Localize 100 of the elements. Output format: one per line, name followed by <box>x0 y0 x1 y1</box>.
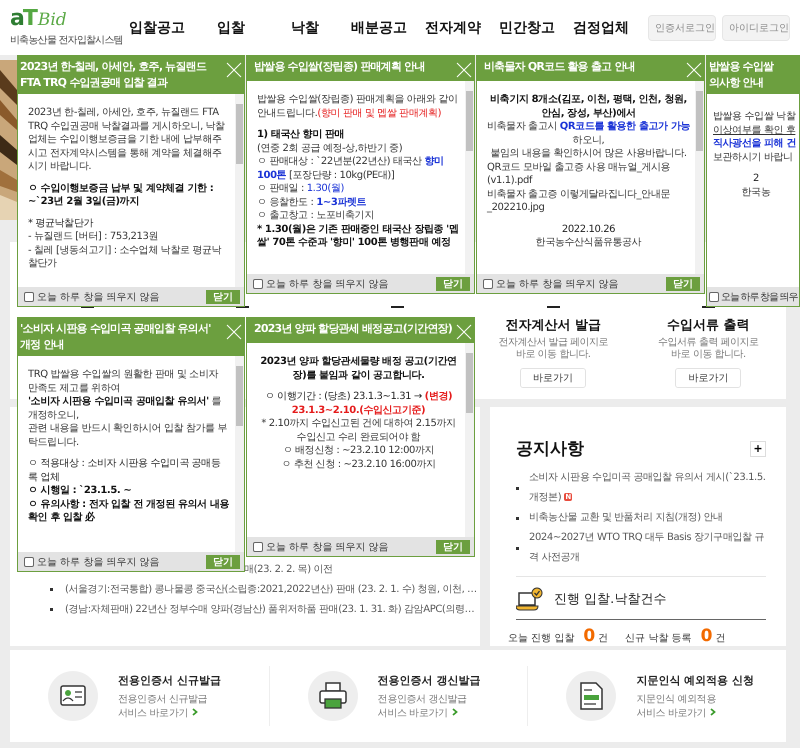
count-value: 0 <box>700 626 712 646</box>
nav-link[interactable]: 배분공고 <box>342 18 416 36</box>
notice-text: ㅇ 추천 신청 : ~23.2.10 16:00까지 <box>280 458 437 471</box>
scrollbar[interactable] <box>465 343 474 537</box>
popup-title: 2023년 한-칠레, 아세안, 호주, 뉴질랜드 FTA TRQ 수입권공매 입찰 결과 <box>19 59 206 91</box>
notice-text: * 1.30(월)은 기존 판매중인 태국산 장립종 '멥쌀' 70톤 수준과 '향미' 100톤 병행판매 예정 <box>257 222 460 250</box>
popup-title: 밥쌀용 수입쌀 의사항 안내 <box>708 59 774 91</box>
notice-text: 밥쌀용 수입쌀(장립종) 판매계획을 아래와 같이 안내드립니다.(향미 판매 및 멥쌀 판매계획) <box>257 93 459 120</box>
close-icon[interactable] <box>226 324 242 340</box>
printer-icon <box>308 671 358 721</box>
notice-text: ㅇ 이행기간 : (당초) 23.1.3~1.31 → (변경) 23.1.3~2.10.(수입신고기준) <box>264 390 454 417</box>
dont-show-checkbox[interactable]: 오늘 하루 창을 띄우지 않음 <box>253 276 389 290</box>
notice-text: * 평균낙찰단가 <box>28 216 94 230</box>
notice-text: 관련 내용을 반드시 확인하시어 입찰 참가를 부탁드립니다. <box>28 422 228 449</box>
close-icon[interactable] <box>686 62 702 78</box>
popup-title: '소비자 시판용 수입미곡 공매입찰 유의서' 개정 안내 <box>19 321 211 353</box>
notice-text: 비축물자 출고시 QR코드를 활용한 출고가 가능 하오니, <box>487 120 690 147</box>
notice-text: (연중 2회 공급 예정-상,하반기 중) <box>257 142 404 155</box>
scrollbar[interactable] <box>235 94 244 287</box>
notice-text: QR코드 모바일 출고증 사용 매뉴얼_게시용(v1.1).pdf <box>487 160 672 188</box>
quick-link-title: 전용인증서 갱신발급 <box>378 672 480 688</box>
close-icon[interactable] <box>456 324 472 340</box>
notice-title: 공지사항 <box>516 438 584 460</box>
notice-text: 1) 태국산 향미 판매 <box>257 128 346 142</box>
scrollbar[interactable] <box>465 81 474 274</box>
laptop-check-icon <box>516 587 544 611</box>
notice-text: ㅇ 유의사항 : 전자 입찰 전 개정된 유의서 내용 확인 후 입찰 必 <box>28 498 230 524</box>
service-description: 전자계산서 발급 페이지로 바로 이동 합니다. <box>498 337 608 361</box>
quick-link-description: 전용인증서 신규발급 <box>118 692 208 706</box>
notice-text: TRQ 밥쌀용 수입쌀의 원활한 판매 및 소비자 만족도 제고를 위하여 <box>28 368 220 395</box>
notice-text: ㅇ 출고창고 : 노포비축기지 <box>257 209 375 222</box>
nav-link[interactable]: 낙찰 <box>268 18 342 36</box>
notice-text: ㅇ 수입이행보증금 납부 및 계약체결 기한 : ~`23년 2월 3일(금)까지 <box>28 182 214 208</box>
notice-text: * 2.10까지 수입신고된 건에 대하여 2.15까지 수입신고 수리 완료되어야 함 <box>260 417 457 444</box>
nav-link[interactable]: 입찰공고 <box>120 18 194 36</box>
bid-count-title: 진행 입찰.낙찰건수 <box>554 591 666 608</box>
notice-text: 비축기지 8개소(김포, 이천, 평택, 인천, 청원, 안심, 장성, 부산)에서 <box>489 93 688 120</box>
more-button[interactable]: + <box>750 440 766 456</box>
shortcut-button[interactable]: 바로가기 <box>520 368 586 388</box>
count-unit: 건 <box>598 632 608 645</box>
quick-link-description: 전용인증서 갱신발급 <box>378 692 468 706</box>
bid-list-link[interactable]: (서울경기:전국통합) 콩나물콩 중국산(소립종:2021,2022년산) 판매 (23. 2. 1. 수) 청원, 이천, … <box>65 582 477 596</box>
dont-show-checkbox[interactable]: 오늘 하루 창을 띄우지 않음 <box>253 540 389 554</box>
chevron-icon <box>710 708 716 716</box>
notice-text: - 칠레 [냉동쇠고기] : 소수업체 낙찰로 평균낙찰단가 <box>28 244 222 270</box>
nav-link[interactable]: 민간창고 <box>490 18 564 36</box>
nav-link[interactable]: 검정업체 <box>564 18 638 36</box>
service-title: 수입서류 출력 <box>667 317 750 334</box>
notice-text: 한국농 <box>740 186 772 199</box>
close-icon[interactable] <box>226 62 242 78</box>
notice-text: ㅇ 배정신청 : ~23.2.10 12:00까지 <box>282 444 436 458</box>
notice-text: ㅇ 판매대상 : `22년분(22년산) 태국산 향미 100톤 [포장단량 : 10kg(PE대)] <box>257 155 445 182</box>
chevron-icon <box>192 708 198 716</box>
notice-text: 밥쌀용 수입쌀 낙찰 <box>713 110 797 124</box>
scrollbar[interactable] <box>235 356 244 552</box>
dont-show-checkbox[interactable]: 오늘 하루 창을 띄우지 않음 <box>483 276 619 290</box>
notice-text: 2 <box>752 172 760 186</box>
notice-text: 이상여부를 확인 후 <box>713 124 796 137</box>
notice-text: 붙임의 내용을 확인하시어 많은 사용바랍니다. <box>489 147 688 160</box>
notice-text: 한국농수산식품유통공사 <box>534 236 642 250</box>
document-icon <box>566 671 616 721</box>
count-label: 신규 낙찰 등록 <box>625 632 692 645</box>
service-link[interactable]: 서비스 바로가기 <box>118 706 221 720</box>
notice-text: ㅇ 판매일 : 1.30(월) <box>257 182 345 196</box>
notice-text: ㅇ 시행일 : `23.1.5. ~ <box>28 484 132 498</box>
notice-text: 2023년 양파 할당관세물량 배정 공고(기간연장)를 붙임과 같이 공고합니다. <box>259 355 458 382</box>
logo-mark[interactable]: aT <box>10 8 36 30</box>
shortcut-button[interactable]: 바로가기 <box>675 368 742 388</box>
notice-text: 비축물자 출고증 이렇게달라집니다_안내문_202210.jpg <box>487 188 671 214</box>
id-card-icon <box>48 671 98 721</box>
popup-title: 2023년 양파 할당관세 배정공고(기간연장) <box>254 321 452 337</box>
notice-text: 2023년 한-칠레, 아세안, 호주, 뉴질랜드 FTA TRQ 수입권공매 낙찰결과를 게시하오니, 낙찰업체는 수입이행보증금을 기한 내에 납부해주시고 전자계약시스템을 통해 계약을 체결해주시기 바랍니다. <box>28 106 226 174</box>
quick-link-title: 전용인증서 신규발급 <box>118 672 221 688</box>
notice-text: '소비자 시판용 수입미곡 공매입찰 유의서' 를 개정하오니, <box>28 395 222 422</box>
chevron-icon <box>452 708 458 716</box>
service-link[interactable]: 서비스 바로가기 <box>636 706 754 720</box>
logo-tagline: 비축농산물 전자입찰시스템 <box>10 34 120 47</box>
dont-show-checkbox[interactable]: 오늘 하루 창을 띄우지 않음 <box>24 290 160 304</box>
service-title: 전자계산서 발급 <box>505 317 601 334</box>
scrollbar[interactable] <box>695 81 704 274</box>
dont-show-checkbox[interactable]: 오늘 하루 창을 띄우지 않음 <box>24 554 160 568</box>
nav-link[interactable]: 입찰 <box>194 18 268 36</box>
notice-text: - 뉴질랜드 [버터] : 753,213원 <box>28 230 160 244</box>
popup-title: 비축물자 QR코드 활용 출고 안내 <box>484 59 635 75</box>
close-icon[interactable] <box>456 62 472 78</box>
notice-text: 직사광선을 피해 건 <box>713 137 797 150</box>
popup-title: 밥쌀용 수입쌀(장립종) 판매계획 안내 <box>254 59 425 75</box>
notice-text: 2022.10.26 <box>560 222 616 236</box>
nav-link[interactable]: 전자계약 <box>416 18 490 36</box>
notice-link[interactable]: 2024~2027년 WTO TRQ 대두 Basis 장기구매입찰 규격 사전공개 <box>529 528 766 568</box>
bid-list-link[interactable]: 매(23. 2. 2. 목) 이전 <box>244 562 333 576</box>
bid-list-link[interactable]: (경남:자체판매) 22년산 정부수매 양파(경남산) 품위저하품 판매(23. 1. 31. 화) 감암APC(의령… <box>65 602 474 616</box>
quick-link-description: 지문인식 예외적용 <box>636 692 717 706</box>
notice-link[interactable]: 비축농산물 교환 및 반품처리 지침(개정) 안내 <box>529 508 723 528</box>
service-description: 수입서류 출력 페이지로 바로 이동 합니다. <box>658 337 759 361</box>
notice-text: 보관하시기 바랍니 <box>713 150 794 164</box>
count-unit: 건 <box>715 632 726 645</box>
quick-link-title: 지문인식 예외적용 신청 <box>636 672 754 688</box>
notice-text: ㅇ 적용대상 : 소비자 시판용 수입미곡 공매등록 업체 <box>28 457 222 484</box>
service-link[interactable]: 서비스 바로가기 <box>378 706 480 720</box>
